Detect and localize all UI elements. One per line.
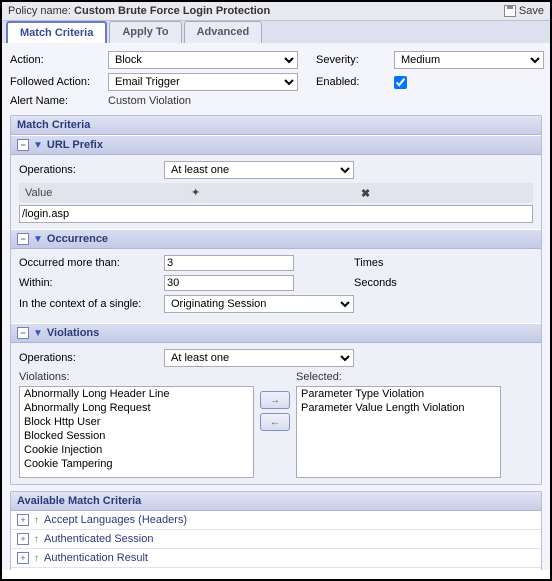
list-item[interactable]: Abnormally Long Request [20, 401, 253, 415]
arrow-down-icon[interactable]: ▼ [33, 140, 43, 151]
value-column-label: Value [25, 187, 191, 199]
move-right-button[interactable]: → [260, 391, 290, 409]
list-item[interactable]: Blocked Session [20, 429, 253, 443]
expand-icon[interactable]: + [17, 552, 29, 564]
occurrence-title: Occurrence [47, 233, 108, 245]
save-label: Save [519, 5, 544, 17]
available-criteria-item[interactable]: + ↑ Authentication URL [11, 568, 541, 570]
arrow-up-icon[interactable]: ↑ [34, 553, 39, 564]
within-label: Within: [19, 277, 164, 289]
tab-bar: Match Criteria Apply To Advanced [2, 21, 550, 43]
move-left-button[interactable]: ← [260, 413, 290, 431]
alert-name-value: Custom Violation [108, 95, 308, 107]
tab-apply-to[interactable]: Apply To [109, 21, 181, 43]
occurred-more-than-input[interactable] [164, 255, 294, 271]
available-criteria-item[interactable]: + ↑ Authentication Result [11, 549, 541, 568]
available-criteria-item[interactable]: + ↑ Authenticated Session [11, 530, 541, 549]
tab-match-criteria[interactable]: Match Criteria [6, 21, 107, 43]
context-label: In the context of a single: [19, 298, 164, 310]
arrow-up-icon[interactable]: ↑ [34, 534, 39, 545]
list-item[interactable]: Block Http User [20, 415, 253, 429]
expand-icon[interactable]: + [17, 533, 29, 545]
violations-operations-select[interactable]: At least one [164, 349, 354, 367]
url-prefix-header[interactable]: − ▼ URL Prefix [11, 135, 541, 155]
arrow-down-icon[interactable]: ▼ [33, 234, 43, 245]
list-item[interactable]: Cookie Injection [20, 443, 253, 457]
alert-name-label: Alert Name: [10, 95, 100, 107]
violations-header[interactable]: − ▼ Violations [11, 323, 541, 343]
available-item-label: Accept Languages (Headers) [44, 514, 187, 526]
followed-action-label: Followed Action: [10, 76, 100, 88]
tab-advanced[interactable]: Advanced [184, 21, 263, 43]
delete-icon[interactable]: ✖ [361, 187, 527, 199]
expand-icon[interactable]: + [17, 514, 29, 526]
severity-select[interactable]: Medium [394, 51, 544, 69]
occurred-more-than-label: Occurred more than: [19, 257, 164, 269]
action-select[interactable]: Block [108, 51, 298, 69]
times-label: Times [354, 257, 384, 269]
occurrence-header[interactable]: − ▼ Occurrence [11, 229, 541, 249]
enabled-checkbox[interactable] [394, 76, 407, 89]
action-label: Action: [10, 54, 100, 66]
list-item[interactable]: Cookie Tampering [20, 457, 253, 471]
list-item[interactable]: Parameter Type Violation [297, 387, 500, 401]
context-select[interactable]: Originating Session [164, 295, 354, 313]
policy-name-label: Policy name: [8, 5, 71, 17]
violations-selected-list[interactable]: Parameter Type Violation Parameter Value… [296, 386, 501, 478]
wand-icon[interactable]: ✦ [191, 186, 357, 200]
within-input[interactable] [164, 275, 294, 291]
url-value-input[interactable] [19, 205, 533, 223]
collapse-icon[interactable]: − [17, 233, 29, 245]
save-icon [504, 5, 516, 17]
save-button[interactable]: Save [504, 5, 544, 17]
arrow-up-icon[interactable]: ↑ [34, 515, 39, 526]
match-criteria-panel: Match Criteria − ▼ URL Prefix Operations… [10, 115, 542, 485]
url-prefix-title: URL Prefix [47, 139, 103, 151]
followed-action-select[interactable]: Email Trigger [108, 73, 298, 91]
available-criteria-panel: Available Match Criteria + ↑ Accept Lang… [10, 491, 542, 570]
match-criteria-header: Match Criteria [11, 116, 541, 135]
list-item[interactable]: Abnormally Long Header Line [20, 387, 253, 401]
seconds-label: Seconds [354, 277, 397, 289]
collapse-icon[interactable]: − [17, 139, 29, 151]
violations-selected-label: Selected: [296, 371, 501, 383]
available-criteria-header: Available Match Criteria [11, 492, 541, 511]
severity-label: Severity: [316, 54, 386, 66]
url-operations-label: Operations: [19, 164, 164, 176]
url-operations-select[interactable]: At least one [164, 161, 354, 179]
violations-available-label: Violations: [19, 371, 254, 383]
arrow-down-icon[interactable]: ▼ [33, 328, 43, 339]
policy-name-value: Custom Brute Force Login Protection [74, 5, 270, 17]
collapse-icon[interactable]: − [17, 327, 29, 339]
list-item[interactable]: Parameter Value Length Violation [297, 401, 500, 415]
violations-operations-label: Operations: [19, 352, 164, 364]
available-item-label: Authenticated Session [44, 533, 153, 545]
violations-title: Violations [47, 327, 99, 339]
available-criteria-item[interactable]: + ↑ Accept Languages (Headers) [11, 511, 541, 530]
available-item-label: Authentication Result [44, 552, 148, 564]
enabled-label: Enabled: [316, 76, 386, 88]
violations-available-list[interactable]: Abnormally Long Header Line Abnormally L… [19, 386, 254, 478]
